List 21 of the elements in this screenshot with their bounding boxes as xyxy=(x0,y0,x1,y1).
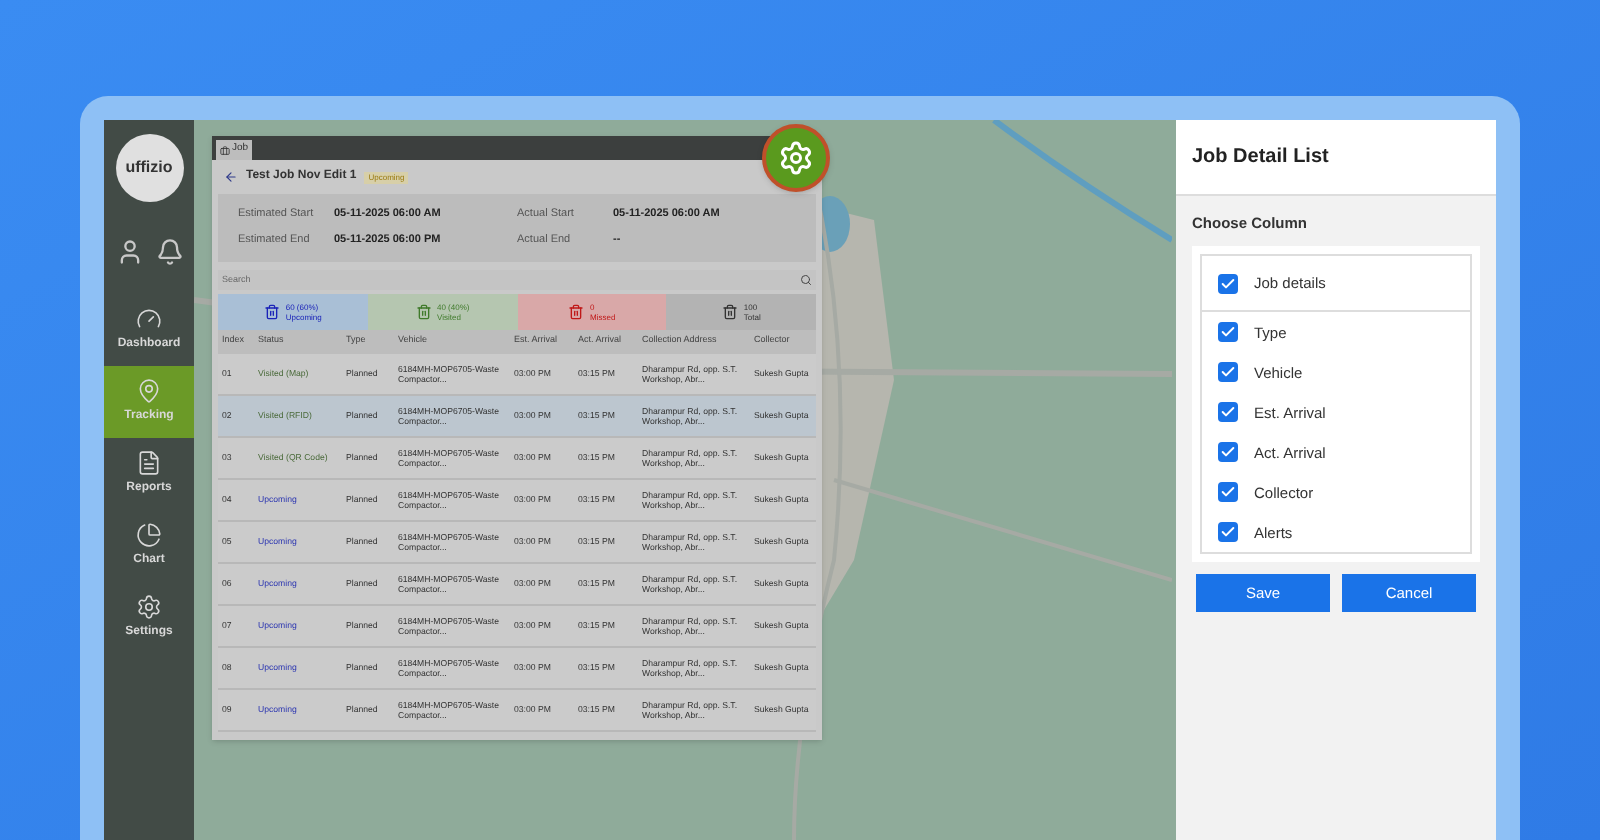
settings-button[interactable] xyxy=(762,124,830,192)
bell-icon[interactable] xyxy=(155,238,183,266)
briefcase-icon xyxy=(220,145,230,155)
user-icon[interactable] xyxy=(115,238,143,266)
checkbox[interactable] xyxy=(1218,362,1238,383)
checkbox[interactable] xyxy=(1218,442,1238,463)
gauge-icon xyxy=(136,306,162,332)
settings-icon xyxy=(778,140,814,176)
checkbox[interactable] xyxy=(1218,482,1238,503)
checkbox[interactable] xyxy=(1218,402,1238,423)
logo: uffizio xyxy=(115,134,183,202)
checkbox[interactable] xyxy=(1218,273,1238,294)
map-pin-icon xyxy=(136,378,162,404)
pie-chart-icon xyxy=(136,522,162,548)
checkbox[interactable] xyxy=(1218,322,1238,343)
search-icon[interactable] xyxy=(800,273,812,285)
gear-icon xyxy=(136,594,162,620)
checkbox[interactable] xyxy=(1218,522,1238,543)
panel-title: Job Detail List xyxy=(1192,144,1329,172)
back-icon[interactable] xyxy=(224,170,238,184)
document-icon xyxy=(136,450,162,476)
